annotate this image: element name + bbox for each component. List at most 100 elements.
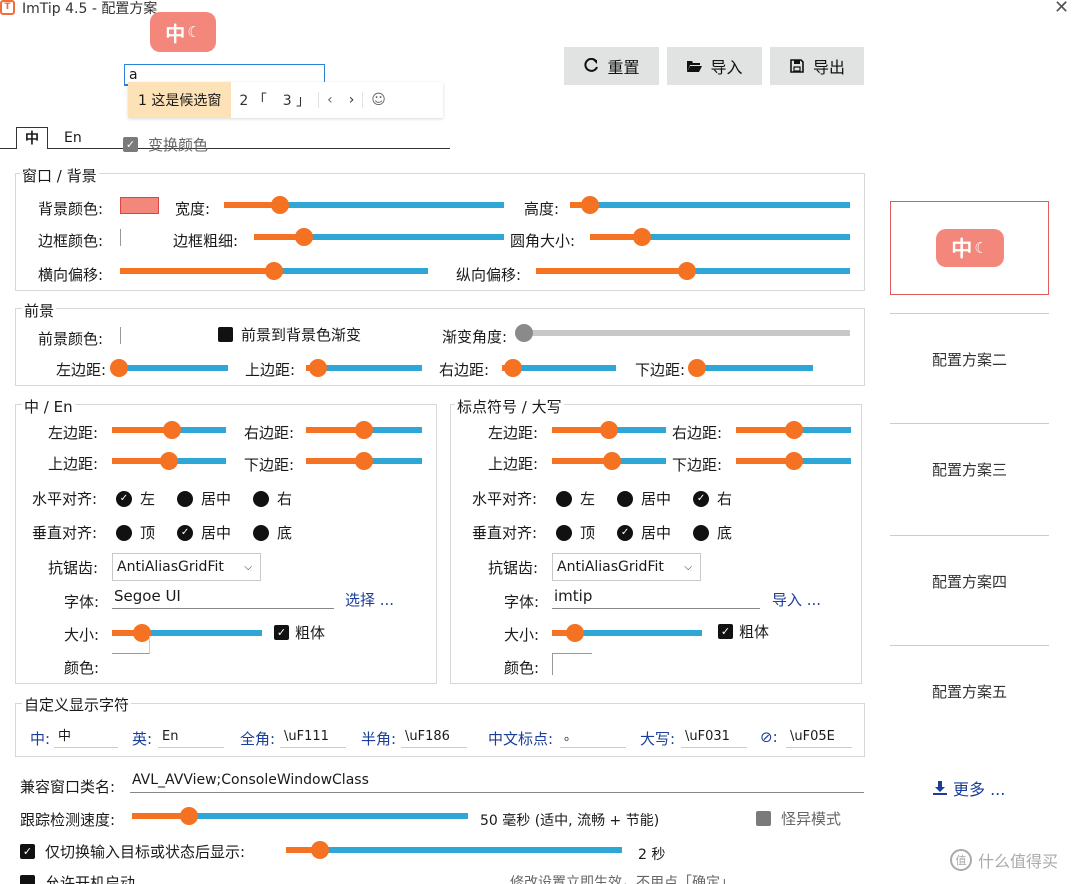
punct-halign-right-label: 右 — [717, 490, 733, 508]
zh-font-select-link[interactable]: 选择 ... — [345, 589, 394, 610]
custom-off-field[interactable]: \uF05E — [786, 728, 852, 748]
profile-item-5[interactable]: 配置方案五 — [890, 645, 1049, 737]
chevron-down-icon: ⌵ — [244, 561, 252, 573]
punct-halign-left-label: 左 — [580, 490, 596, 508]
chevron-left-icon[interactable]: ‹ — [318, 92, 341, 108]
tracking-value-text: 50 毫秒 (适中, 流畅 + 节能) — [480, 813, 660, 829]
punct-valign-label: 垂直对齐: — [472, 524, 538, 542]
height-slider[interactable] — [570, 196, 850, 214]
candidate-item-2[interactable]: 2 「 — [231, 90, 274, 110]
punct-valign-center[interactable]: ✓ 居中 — [617, 522, 671, 543]
autostart-checkbox[interactable]: 允许开机启动 — [20, 872, 135, 884]
punct-left-slider[interactable] — [552, 421, 666, 439]
radius-slider[interactable] — [590, 228, 850, 246]
zh-bold-checkbox[interactable]: ✓ 粗体 — [274, 622, 325, 643]
zh-top-label: 上边距: — [48, 455, 99, 473]
custom-caps-field[interactable]: \uF031 — [681, 728, 747, 748]
zh-valign-center-label: 居中 — [201, 524, 232, 542]
custom-en-field[interactable]: En — [158, 728, 224, 748]
zh-aa-label: 抗锯齿: — [48, 559, 99, 577]
zh-valign-center[interactable]: ✓ 居中 — [177, 522, 231, 543]
zh-halign-label: 水平对齐: — [32, 490, 98, 508]
gradient-checkbox[interactable]: 前景到背景色渐变 — [218, 324, 361, 345]
custom-off-label: ⊘: — [760, 728, 778, 746]
fg-bottom-slider[interactable] — [688, 359, 813, 377]
punct-bottom-label: 下边距: — [672, 456, 723, 474]
zh-bottom-slider[interactable] — [306, 452, 422, 470]
compat-label: 兼容窗口类名: — [20, 778, 116, 796]
more-profiles-link[interactable]: 更多 ... — [933, 776, 1005, 800]
fg-color-swatch[interactable] — [120, 327, 121, 344]
punct-color-swatch[interactable] — [552, 653, 592, 675]
zh-color-swatch[interactable] — [112, 636, 150, 654]
profile-current[interactable]: 中 ☾ — [890, 201, 1049, 295]
profile-item-3[interactable]: 配置方案三 — [890, 423, 1049, 515]
punct-size-label: 大小: — [504, 626, 540, 644]
zh-font-field[interactable]: Segoe UI — [112, 585, 334, 609]
zh-halign-center-label: 居中 — [201, 490, 232, 508]
refresh-icon — [584, 58, 599, 72]
zh-halign-right[interactable]: 右 — [253, 488, 292, 509]
tracking-slider[interactable] — [132, 807, 468, 825]
zh-aa-select[interactable]: AntiAliasGridFit ⌵ — [112, 553, 261, 581]
x-offset-slider[interactable] — [120, 262, 428, 280]
punct-font-field[interactable]: imtip — [552, 585, 760, 609]
fg-right-slider[interactable] — [502, 359, 616, 377]
zh-top-slider[interactable] — [112, 452, 226, 470]
y-offset-slider[interactable] — [536, 262, 850, 280]
width-slider[interactable] — [224, 196, 504, 214]
import-button[interactable]: 导入 — [667, 47, 762, 85]
candidate-item-3[interactable]: 3 」 — [275, 90, 318, 110]
candidate-item-1[interactable]: 1 这是候选窗 — [128, 82, 232, 118]
custom-half-field[interactable]: \uF186 — [401, 728, 467, 748]
radio-icon — [693, 524, 710, 541]
chevron-right-icon[interactable]: › — [341, 92, 363, 108]
custom-punct-field[interactable]: 。 — [560, 728, 626, 748]
border-color-swatch[interactable] — [120, 229, 121, 246]
zh-valign-bottom[interactable]: 底 — [253, 522, 292, 543]
tab-en[interactable]: En — [56, 127, 90, 149]
weird-mode-checkbox[interactable]: 怪异模式 — [756, 808, 841, 829]
zh-valign-top[interactable]: 顶 — [116, 522, 155, 543]
custom-zh-field[interactable]: 中 — [54, 728, 118, 748]
switch-only-slider[interactable] — [286, 841, 622, 859]
punct-bottom-slider[interactable] — [736, 452, 851, 470]
punct-aa-select[interactable]: AntiAliasGridFit ⌵ — [552, 553, 701, 581]
punct-valign-bottom[interactable]: 底 — [693, 522, 732, 543]
punct-bold-checkbox[interactable]: ✓ 粗体 — [718, 621, 769, 642]
custom-full-field[interactable]: \uF111 — [280, 728, 346, 748]
reset-button[interactable]: 重置 — [564, 47, 659, 85]
punct-halign-right[interactable]: ✓ 右 — [693, 488, 732, 509]
fg-top-slider[interactable] — [306, 359, 422, 377]
switch-only-checkbox[interactable]: ✓ 仅切换输入目标或状态后显示: — [20, 841, 245, 862]
save-icon — [790, 59, 804, 73]
punct-top-slider[interactable] — [552, 452, 666, 470]
fg-left-label: 左边距: — [56, 361, 107, 379]
punct-right-slider[interactable] — [736, 421, 851, 439]
profile-current-badge: 中 ☾ — [935, 229, 1004, 267]
height-label: 高度: — [524, 200, 560, 218]
radio-icon — [556, 524, 572, 541]
zh-halign-center[interactable]: 居中 — [177, 488, 231, 509]
tab-zh[interactable]: 中 — [16, 127, 48, 149]
zh-halign-left[interactable]: ✓ 左 — [116, 488, 155, 509]
zh-right-slider[interactable] — [306, 421, 422, 439]
profile-item-4[interactable]: 配置方案四 — [890, 535, 1049, 627]
punct-halign-left[interactable]: 左 — [556, 488, 595, 509]
invert-color-checkbox[interactable]: ✓ 变换颜色 — [123, 134, 208, 155]
punct-size-slider[interactable] — [552, 624, 702, 642]
border-width-slider[interactable] — [254, 228, 504, 246]
close-icon[interactable]: ✕ — [1054, 0, 1069, 18]
angle-slider[interactable] — [515, 324, 850, 342]
profile-item-2[interactable]: 配置方案二 — [890, 313, 1049, 405]
compat-field[interactable]: AVL_AVView;ConsoleWindowClass — [130, 769, 864, 793]
export-button[interactable]: 导出 — [770, 47, 864, 85]
emoji-icon[interactable]: ☺ — [362, 92, 394, 108]
footer-hint: 修改设置立即生效，不用点「确定」 — [510, 875, 734, 884]
punct-valign-top[interactable]: 顶 — [556, 522, 595, 543]
zh-left-slider[interactable] — [112, 421, 226, 439]
fg-left-slider[interactable] — [110, 359, 228, 377]
punct-font-import-link[interactable]: 导入 ... — [772, 589, 821, 610]
bg-color-swatch[interactable] — [120, 197, 159, 214]
punct-halign-center[interactable]: 居中 — [617, 488, 671, 509]
